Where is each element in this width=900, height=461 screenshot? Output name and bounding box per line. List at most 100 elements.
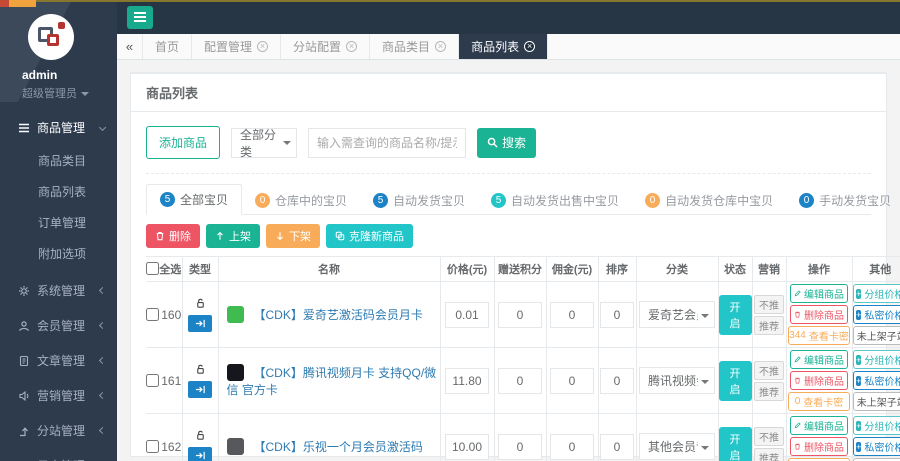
bulk-unpublish-button[interactable]: 下架 [266,224,320,248]
hamburger-button[interactable] [127,6,153,29]
sidebar-item-marketing[interactable]: 营销管理 [0,378,117,413]
row-checkbox[interactable] [146,440,159,453]
commission-input[interactable] [550,368,594,394]
subsite-status-button[interactable]: 未上架子站 [853,326,900,345]
group-price-button[interactable]: +分组价格 [853,350,900,369]
points-input[interactable] [498,302,542,328]
filter-tab-auto[interactable]: 5 自动发货宝贝 [360,186,478,215]
sort-input[interactable] [600,434,634,460]
sign-in-icon [195,384,206,395]
bulk-publish-button[interactable]: 上架 [206,224,260,248]
select-all-checkbox[interactable] [146,262,159,275]
card-type-badge[interactable] [188,381,212,398]
filter-tab-auto-selling[interactable]: 5 自动发货出售中宝贝 [478,186,632,215]
row-checkbox[interactable] [146,308,159,321]
add-product-button[interactable]: 添加商品 [146,126,220,159]
price-input[interactable] [445,368,489,394]
category-select[interactable]: 腾讯视频会员专区 [639,367,715,394]
product-name-link[interactable]: 【CDK】爱奇艺激活码会员月卡 [254,308,423,322]
tab-home[interactable]: 首页 [143,34,192,59]
sort-input[interactable] [600,368,634,394]
view-cards-button[interactable]: 344查看卡密 [788,326,850,345]
user-role-dropdown[interactable]: 超级管理员 [22,85,117,101]
sidebar: admin 超级管理员 商品管理 商品类目 商品列表 订单管理 附加选项 系统管… [0,0,117,461]
category-filter-select[interactable]: 全部分类 [231,128,297,158]
trash-icon [794,442,801,451]
delete-product-button[interactable]: 删除商品 [790,305,848,324]
group-price-button[interactable]: +分组价格 [853,416,900,435]
sidebar-item-system[interactable]: 系统管理 [0,273,117,308]
search-button[interactable]: 搜索 [477,128,536,158]
card-type-badge[interactable] [188,315,212,332]
product-table: 全选 类型 名称 价格(元) 赠送积分 佣金(元) 排序 分类 状态 营销 操作 [146,256,900,461]
sidebar-item-articles[interactable]: 文章管理 [0,343,117,378]
corner-artifact-orange [9,0,36,7]
sidebar-item-logs[interactable]: 日志管理 [0,448,117,461]
recommend-button[interactable]: 推荐 [754,382,784,401]
commission-input[interactable] [550,302,594,328]
status-toggle-button[interactable]: 开启 [719,427,752,461]
close-icon[interactable]: × [346,41,357,52]
private-price-button[interactable]: +私密价格 [853,371,900,390]
private-price-button[interactable]: +私密价格 [853,305,900,324]
private-price-button[interactable]: +私密价格 [853,437,900,456]
points-input[interactable] [498,434,542,460]
filter-tab-in-stock[interactable]: 0 仓库中的宝贝 [242,186,360,215]
edit-product-button[interactable]: 编辑商品 [790,350,848,369]
tab-config[interactable]: 配置管理 × [192,34,281,59]
recommend-button[interactable]: 推荐 [754,448,784,461]
price-input[interactable] [445,434,489,460]
bulk-clone-button[interactable]: 克隆新商品 [326,224,413,248]
row-checkbox[interactable] [146,374,159,387]
price-input[interactable] [445,302,489,328]
view-cards-button[interactable]: 0查看卡密 [788,392,850,411]
sidebar-item-addons[interactable]: 附加选项 [0,238,117,269]
sidebar-item-product-list[interactable]: 商品列表 [0,176,117,207]
status-toggle-button[interactable]: 开启 [719,295,752,335]
system-icon [18,285,30,297]
sidebar-item-members[interactable]: 会员管理 [0,308,117,343]
product-name-link[interactable]: 【CDK】腾讯视频月卡 支持QQ/微信 官方卡 [227,366,437,397]
no-push-button[interactable]: 不推 [754,295,784,314]
sidebar-item-product-categories[interactable]: 商品类目 [0,145,117,176]
tab-subsite-config[interactable]: 分站配置 × [281,34,370,59]
category-select[interactable]: 其他会员专区 [639,433,715,460]
commission-input[interactable] [550,434,594,460]
points-input[interactable] [498,368,542,394]
user-role-label: 超级管理员 [22,88,77,100]
edit-product-button[interactable]: 编辑商品 [790,416,848,435]
status-toggle-button[interactable]: 开启 [719,361,752,401]
filter-tab-manual[interactable]: 0 手动发货宝贝 [786,186,900,215]
tab-product-list[interactable]: 商品列表 × [459,34,548,59]
close-icon[interactable]: × [435,41,446,52]
sidebar-item-subsites[interactable]: 分站管理 [0,413,117,448]
tab-product-categories[interactable]: 商品类目 × [370,34,459,59]
filter-tab-all[interactable]: 5 全部宝贝 [146,184,242,215]
top-strip-artifact [0,0,900,2]
close-icon[interactable]: × [257,41,268,52]
chevron-left-icon [99,322,106,329]
card-type-badge[interactable] [188,447,212,461]
no-push-button[interactable]: 不推 [754,427,784,446]
sidebar-item-products[interactable]: 商品管理 [0,110,117,145]
chevron-left-icon [99,392,106,399]
recommend-button[interactable]: 推荐 [754,316,784,335]
close-icon[interactable]: × [524,41,535,52]
bulk-delete-button[interactable]: 删除 [146,224,200,248]
sort-input[interactable] [600,302,634,328]
subsite-status-button[interactable]: 未上架子站 [853,392,900,411]
category-select[interactable]: 爱奇艺会员专区 [639,301,715,328]
product-name-link[interactable]: 【CDK】乐视一个月会员激活码 [254,440,423,454]
delete-product-button[interactable]: 删除商品 [790,371,848,390]
filter-tab-auto-warehouse[interactable]: 0 自动发货仓库中宝贝 [632,186,786,215]
app-logo [28,14,74,60]
count-badge: 5 [160,192,175,207]
search-input[interactable] [308,128,466,158]
product-list-panel: 商品列表 添加商品 全部分类 搜索 [130,72,887,457]
delete-product-button[interactable]: 删除商品 [790,437,848,456]
sidebar-item-orders[interactable]: 订单管理 [0,207,117,238]
group-price-button[interactable]: +分组价格 [853,284,900,303]
edit-product-button[interactable]: 编辑商品 [790,284,848,303]
no-push-button[interactable]: 不推 [754,361,784,380]
tabs-backward-button[interactable]: « [117,34,143,59]
